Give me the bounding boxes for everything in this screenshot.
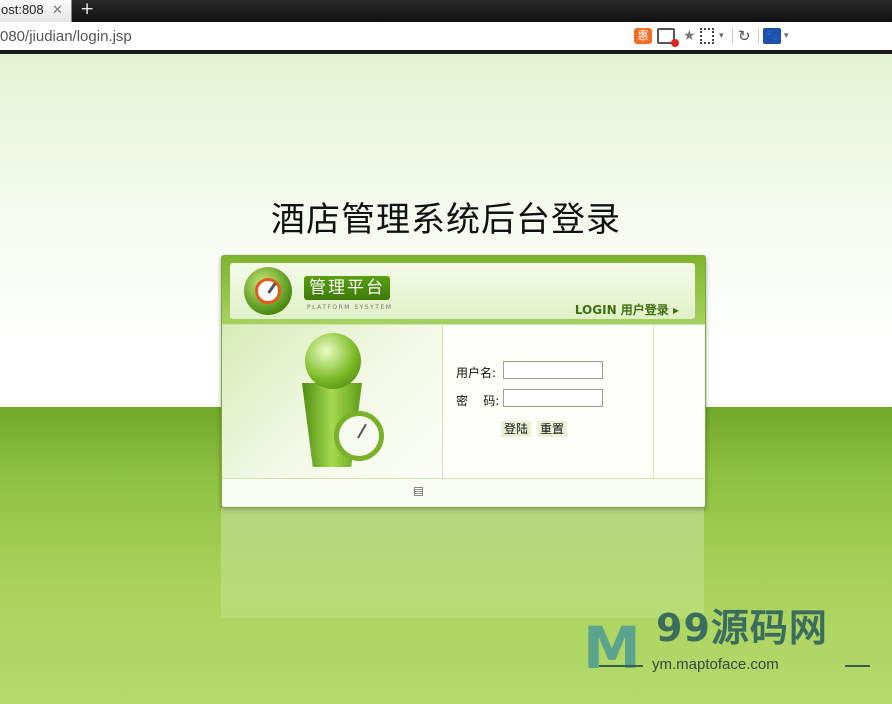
reset-button[interactable]: 重置 bbox=[537, 421, 568, 437]
login-form: 用户名: 密 码: 登陆 重置 bbox=[443, 325, 654, 478]
user-illustration bbox=[222, 325, 443, 478]
clock-icon bbox=[334, 411, 384, 461]
platform-logo-icon bbox=[244, 267, 292, 315]
address-bar: 080/jiudian/login.jsp 惠 ★ ▾ ↻ 🐾 ▾ bbox=[0, 22, 892, 54]
login-panel-body: 用户名: 密 码: 登陆 重置 bbox=[222, 324, 705, 479]
watermark-divider bbox=[599, 665, 643, 667]
browser-tab[interactable]: ost:808 ✕ bbox=[0, 0, 72, 22]
page-title: 酒店管理系统后台登录 bbox=[271, 200, 621, 240]
login-button[interactable]: 登陆 bbox=[501, 421, 532, 437]
brand-label: 管理平台 bbox=[304, 276, 390, 300]
new-tab-icon[interactable]: + bbox=[80, 0, 94, 19]
password-row: 密 码: bbox=[456, 389, 646, 409]
watermark-logo: M bbox=[583, 614, 641, 682]
qr-code-icon[interactable] bbox=[700, 28, 714, 44]
toolbar-divider bbox=[758, 28, 759, 44]
username-row: 用户名: bbox=[456, 361, 646, 381]
password-input[interactable] bbox=[503, 389, 603, 407]
figure-head-icon bbox=[305, 333, 361, 389]
toolbar-divider bbox=[732, 28, 733, 44]
star-icon[interactable]: ★ bbox=[683, 28, 697, 44]
watermark-subtitle: ym.maptoface.com bbox=[652, 656, 779, 673]
window-block-icon[interactable] bbox=[657, 28, 679, 47]
browser-tab-bar: ost:808 ✕ + bbox=[0, 0, 892, 22]
login-panel-footer bbox=[222, 478, 705, 507]
extension-orange-icon[interactable]: 惠 bbox=[634, 28, 652, 44]
baidu-paw-icon[interactable]: 🐾 bbox=[763, 28, 781, 44]
login-panel-header: 管理平台 PLATFORM SYSYTEM LOGIN 用户登录 ▸ bbox=[222, 256, 705, 324]
password-label: 密 码: bbox=[456, 394, 500, 408]
url-field[interactable]: 080/jiudian/login.jsp bbox=[0, 28, 132, 45]
username-input[interactable] bbox=[503, 361, 603, 379]
chevron-down-icon[interactable]: ▾ bbox=[784, 28, 794, 44]
close-tab-icon[interactable]: ✕ bbox=[52, 0, 63, 20]
watermark-divider bbox=[845, 665, 870, 667]
refresh-icon[interactable]: ↻ bbox=[738, 28, 754, 44]
page-content: 酒店管理系统后台登录 管理平台 PLATFORM SYSYTEM LOGIN 用… bbox=[0, 54, 892, 704]
brand-subtitle: PLATFORM SYSYTEM bbox=[307, 304, 393, 311]
login-heading: LOGIN 用户登录 ▸ bbox=[574, 303, 679, 317]
tab-title: ost:808 bbox=[1, 2, 44, 17]
username-label: 用户名: bbox=[456, 366, 497, 380]
panel-header-inner: 管理平台 PLATFORM SYSYTEM LOGIN 用户登录 ▸ bbox=[230, 263, 695, 319]
login-panel: 管理平台 PLATFORM SYSYTEM LOGIN 用户登录 ▸ 用户名: … bbox=[221, 255, 706, 508]
chevron-down-icon[interactable]: ▾ bbox=[719, 28, 729, 44]
watermark-title: 99源码网 bbox=[656, 606, 828, 650]
page-icon bbox=[414, 487, 423, 496]
